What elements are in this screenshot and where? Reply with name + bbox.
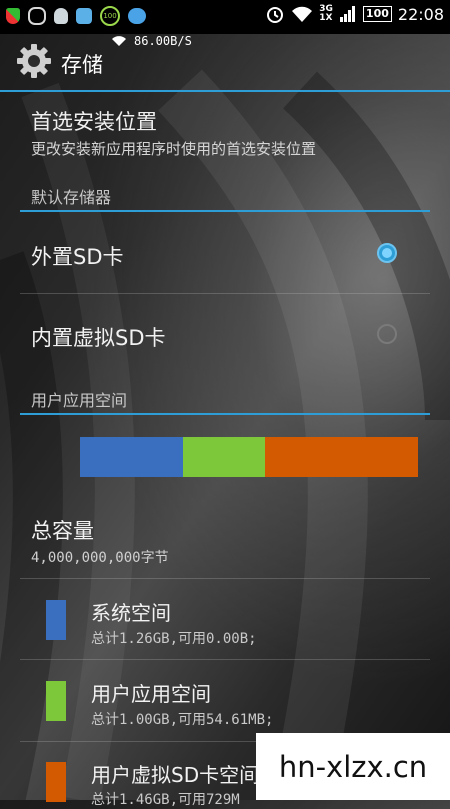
legend-system-title: 系统空间 — [91, 601, 171, 625]
total-capacity-title: 总容量 — [31, 519, 94, 543]
option-internal-sd-label: 内置虚拟SD卡 — [31, 326, 166, 350]
watermark: hn-xlzx.cn — [256, 733, 450, 800]
wifi-small-icon — [112, 36, 126, 46]
legend-user-app-title: 用户应用空间 — [91, 682, 211, 706]
usage-bar-segment — [80, 437, 183, 477]
radio-external-sd[interactable] — [377, 243, 397, 263]
network-type: 3G 1X — [319, 5, 333, 23]
page-title: 存储 — [61, 53, 103, 77]
network-type-1x: 1X — [319, 13, 333, 23]
legend-virtual-sd-title: 用户虚拟SD卡空间 — [91, 763, 260, 787]
qq-icon — [54, 8, 68, 24]
legend-swatch-system — [46, 600, 66, 640]
section-divider — [20, 210, 430, 212]
wallet-icon — [28, 7, 46, 25]
default-storage-header: 默认存储器 — [31, 188, 112, 207]
legend-system-detail: 总计1.26GB,可用0.00B; — [91, 631, 257, 647]
install-location-subtitle: 更改安装新应用程序时使用的首选安装位置 — [31, 140, 317, 158]
signal-icon — [339, 6, 355, 22]
row-divider — [20, 578, 430, 579]
battery-icon: 100 — [362, 6, 392, 22]
accelerator-icon — [76, 8, 92, 24]
total-capacity-value: 4,000,000,000字节 — [31, 550, 169, 566]
clock: 22:08 — [397, 4, 444, 24]
badge-100-icon: 100 — [100, 6, 120, 26]
status-bar: 100 3G 1X 100 22:08 — [0, 0, 450, 34]
notification-icons: 100 — [6, 6, 146, 26]
row-divider — [20, 293, 430, 294]
wifi-icon — [292, 6, 313, 22]
legend-swatch-virtual-sd — [46, 762, 66, 802]
legend-user-app-detail: 总计1.00GB,可用54.61MB; — [91, 712, 274, 728]
option-external-sd-label: 外置SD卡 — [31, 245, 124, 269]
row-divider — [20, 659, 430, 660]
network-speed: 86.00B/S — [112, 34, 192, 48]
usage-bar-segment — [265, 437, 418, 477]
alarm-icon — [267, 7, 284, 23]
gear-icon[interactable] — [16, 43, 52, 79]
network-speed-value: 86.00B/S — [134, 34, 192, 48]
install-location-title: 首选安装位置 — [31, 110, 157, 134]
shield-icon — [6, 8, 20, 24]
radio-internal-sd[interactable] — [377, 324, 397, 344]
system-icons: 3G 1X 100 22:08 — [265, 4, 444, 24]
bird-icon — [128, 8, 146, 24]
legend-virtual-sd-detail: 总计1.46GB,可用729M — [91, 792, 240, 808]
section-divider — [20, 413, 430, 415]
action-bar: 存储 — [0, 34, 450, 92]
usage-bar-segment — [183, 437, 265, 477]
legend-swatch-user-app — [46, 681, 66, 721]
user-app-space-header: 用户应用空间 — [31, 391, 128, 410]
